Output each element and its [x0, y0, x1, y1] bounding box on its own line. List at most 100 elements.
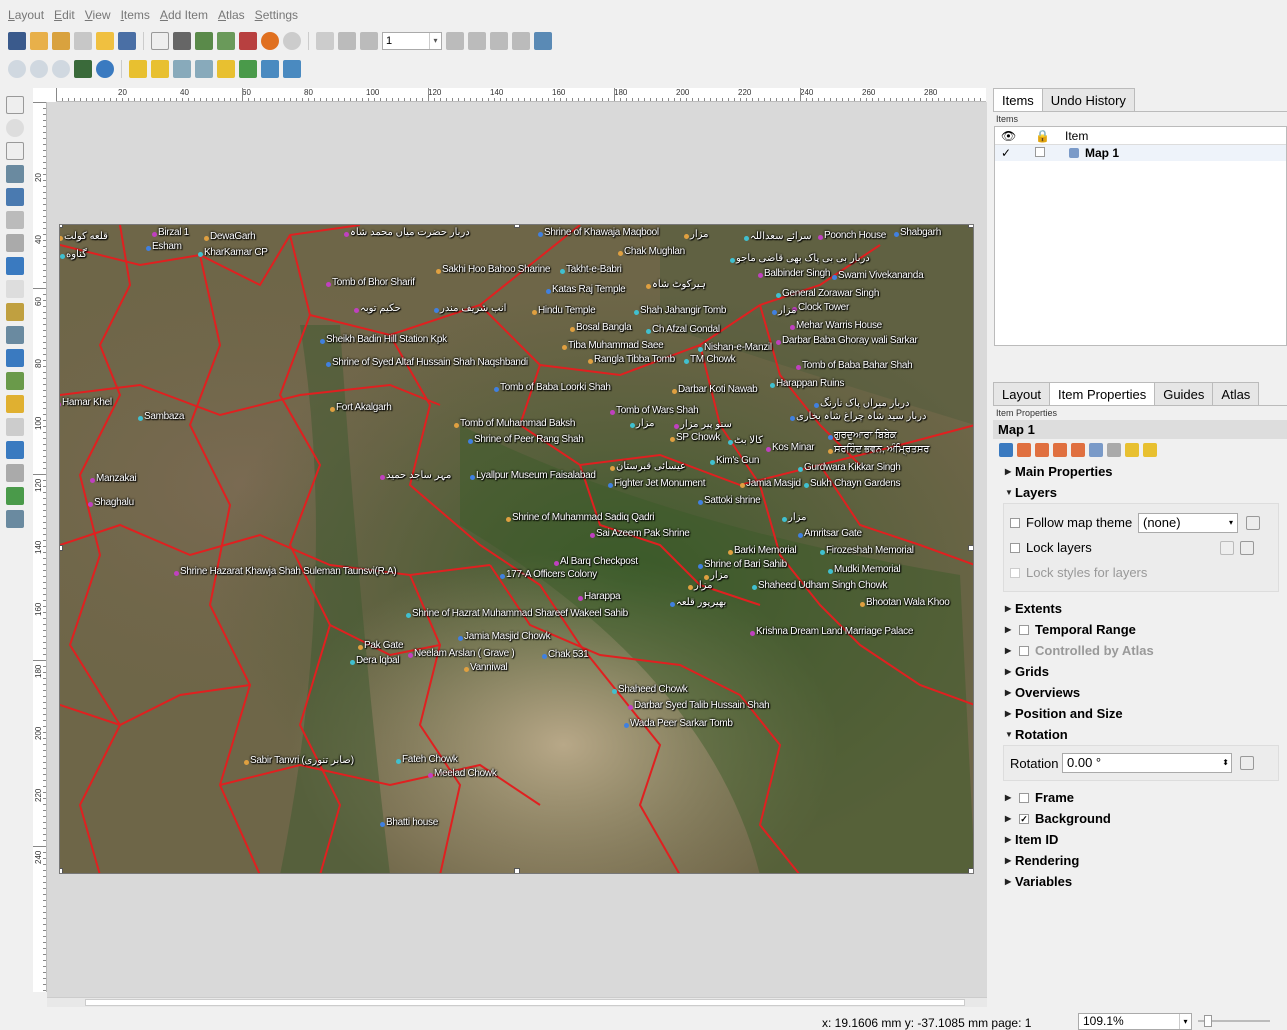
layout-canvas[interactable]: قلعه کولت گناوه Birzal 1 Esham DewaGarh KharK…	[47, 102, 987, 997]
menu-items[interactable]: Items	[121, 8, 150, 28]
zoom-slider-handle[interactable]	[1204, 1015, 1212, 1027]
collapsed-icon[interactable]: ▶	[1005, 625, 1015, 634]
section-position-and-size[interactable]: ▶ Position and Size	[993, 703, 1287, 724]
collapsed-icon[interactable]: ▶	[1005, 835, 1015, 844]
print-icon[interactable]	[173, 32, 191, 50]
atlas-settings-icon[interactable]	[534, 32, 552, 50]
view-scale-icon[interactable]	[1071, 443, 1085, 457]
distribute-icon[interactable]	[261, 60, 279, 78]
export-atlas-icon[interactable]	[512, 32, 530, 50]
add-picture-icon[interactable]	[6, 257, 24, 275]
collapsed-icon[interactable]: ▶	[1005, 667, 1015, 676]
collapsed-icon[interactable]: ▶	[1005, 709, 1015, 718]
tab-atlas[interactable]: Atlas	[1212, 382, 1260, 405]
collapsed-icon[interactable]: ▶	[1005, 814, 1015, 823]
collapsed-icon[interactable]: ▶	[1005, 646, 1015, 655]
map-item[interactable]: قلعه کولت گناوه Birzal 1 Esham DewaGarh KharK…	[59, 224, 974, 874]
collapsed-icon[interactable]: ▶	[1005, 793, 1015, 802]
select-icon[interactable]	[6, 142, 24, 160]
collapsed-icon[interactable]: ▶	[1005, 877, 1015, 886]
resize-handle[interactable]	[514, 868, 520, 873]
move-content-icon[interactable]	[6, 165, 24, 183]
section-checkbox[interactable]	[1019, 645, 1029, 656]
items-tree[interactable]: 👁 🔒 Item ✓ Map 1	[994, 126, 1287, 346]
spin-arrows-icon[interactable]: ⬍	[1222, 754, 1229, 772]
previous-feature-icon[interactable]	[360, 32, 378, 50]
add-shape-icon[interactable]	[6, 372, 24, 390]
redo-icon[interactable]	[283, 32, 301, 50]
section-controlled-by-atlas[interactable]: ▶ Controlled by Atlas	[993, 640, 1287, 661]
collapsed-icon[interactable]: ▶	[1005, 604, 1015, 613]
section-checkbox[interactable]	[1019, 624, 1029, 635]
set-scale-icon[interactable]	[1053, 443, 1067, 457]
visible-checkbox[interactable]: ✓	[995, 146, 1035, 160]
resize-handle[interactable]	[968, 225, 973, 228]
collapsed-icon[interactable]: ▶	[1005, 688, 1015, 697]
collapsed-icon[interactable]: ▶	[1005, 467, 1015, 476]
section-checkbox[interactable]: ✓	[1019, 813, 1029, 824]
first-feature-icon[interactable]	[338, 32, 356, 50]
menu-layout[interactable]: Layout	[8, 8, 44, 28]
atlas-page-combo[interactable]: 1 ▾	[382, 32, 442, 50]
save-template-icon[interactable]	[118, 32, 136, 50]
add-marker-icon[interactable]	[6, 395, 24, 413]
add-arrow-icon[interactable]	[6, 418, 24, 436]
duplicate-layout-icon[interactable]	[52, 32, 70, 50]
clipping-icon[interactable]	[1143, 443, 1157, 457]
export-svg-icon[interactable]	[217, 32, 235, 50]
eye-icon[interactable]	[1220, 540, 1234, 555]
add-fixed-table-icon[interactable]	[6, 510, 24, 528]
section-variables[interactable]: ▶ Variables	[993, 871, 1287, 892]
add-scalebar-icon[interactable]	[6, 326, 24, 344]
resize-handle[interactable]	[60, 545, 63, 551]
menu-atlas[interactable]: Atlas	[218, 8, 245, 28]
scrollbar-thumb[interactable]	[85, 999, 965, 1006]
last-feature-icon[interactable]	[468, 32, 486, 50]
tab-item-properties[interactable]: Item Properties	[1049, 382, 1156, 405]
section-grids[interactable]: ▶ Grids	[993, 661, 1287, 682]
tab-guides[interactable]: Guides	[1154, 382, 1214, 405]
zoom-full-icon[interactable]	[74, 60, 92, 78]
add-attribute-table-icon[interactable]	[6, 487, 24, 505]
resize-handle[interactable]	[60, 868, 63, 873]
export-pdf-icon[interactable]	[239, 32, 257, 50]
align-center-icon[interactable]	[239, 60, 257, 78]
group-icon[interactable]	[173, 60, 191, 78]
align-left-icon[interactable]	[217, 60, 235, 78]
tab-items[interactable]: Items	[993, 88, 1043, 111]
menu-edit[interactable]: Edit	[54, 8, 75, 28]
item-row-map1[interactable]: ✓ Map 1	[995, 145, 1286, 161]
section-main-properties[interactable]: ▶ Main Properties	[993, 461, 1287, 482]
view-extent-icon[interactable]	[1035, 443, 1049, 457]
add-legend-icon[interactable]	[6, 303, 24, 321]
layer-settings-icon[interactable]	[1125, 443, 1139, 457]
ungroup-icon[interactable]	[195, 60, 213, 78]
resize-icon[interactable]	[283, 60, 301, 78]
expanded-icon[interactable]: ▼	[1005, 488, 1015, 497]
resize-handle[interactable]	[60, 225, 63, 228]
vertical-ruler[interactable]: 20 40 60 80 100 120 140 160 180 200 220 240	[33, 102, 47, 992]
section-layers[interactable]: ▼ Layers	[993, 482, 1287, 503]
lock-styles-checkbox[interactable]	[1010, 567, 1020, 578]
section-overviews[interactable]: ▶ Overviews	[993, 682, 1287, 703]
bookmark-icon[interactable]	[1089, 443, 1103, 457]
lock-checkbox[interactable]	[1035, 146, 1069, 160]
layout-manager-icon[interactable]	[74, 32, 92, 50]
zoom-slider[interactable]	[1198, 1015, 1270, 1027]
rotation-spinbox[interactable]: 0.00 ° ⬍	[1062, 753, 1232, 773]
refresh-icon[interactable]	[96, 60, 114, 78]
zoom-tool-icon[interactable]	[6, 119, 24, 137]
add-map-icon[interactable]	[6, 211, 24, 229]
expanded-icon[interactable]: ▼	[1005, 730, 1015, 739]
atlas-preview-icon[interactable]	[316, 32, 334, 50]
label-settings-icon[interactable]	[1107, 443, 1121, 457]
resize-handle[interactable]	[968, 868, 973, 873]
new-layout-icon[interactable]	[30, 32, 48, 50]
set-extent-icon[interactable]	[1017, 443, 1031, 457]
tab-layout[interactable]: Layout	[993, 382, 1051, 405]
collapsed-icon[interactable]: ▶	[1005, 856, 1015, 865]
page-setup-icon[interactable]	[151, 32, 169, 50]
horizontal-scrollbar[interactable]	[47, 997, 987, 1007]
raise-item-icon[interactable]	[129, 60, 147, 78]
section-temporal-range[interactable]: ▶ Temporal Range	[993, 619, 1287, 640]
